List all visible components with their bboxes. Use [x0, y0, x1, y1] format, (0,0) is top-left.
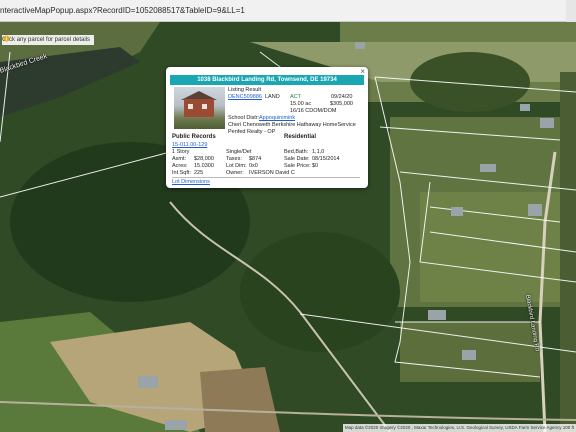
sale-price-value: $0: [312, 163, 319, 169]
story-text: 1 Story: [172, 149, 190, 155]
int-sqft-label: Int Sqft:: [172, 170, 191, 176]
taxes-value: $874: [249, 156, 262, 162]
int-sqft-value: 225: [194, 170, 204, 176]
parcel-id-link[interactable]: 15-011.00-129: [172, 142, 207, 149]
popup-address-header: 1038 Blackbird Landing Rd, Townsend, DE …: [170, 75, 364, 85]
lot-dimensions-link[interactable]: Lot Dimensions: [172, 179, 210, 186]
residential-title: Residential: [284, 134, 317, 140]
public-records-title: Public Records: [172, 134, 216, 140]
listing-price: $305,000: [330, 101, 353, 107]
info-icon: [3, 35, 10, 42]
listing-acres: 15.00 ac: [290, 101, 312, 107]
school-district-link[interactable]: Appoquinimink: [259, 115, 295, 122]
house-window: [202, 104, 207, 109]
listing-popup: × 1038 Blackbird Landing Rd, Townsend, D…: [166, 67, 368, 188]
popup-divider: [172, 177, 360, 178]
parcel-hint-text: Click any parcel for parcel details: [2, 37, 91, 43]
address-url[interactable]: nteractiveMapPopup.aspx?RecordID=1052088…: [0, 0, 576, 22]
listing-status-label: Listing Result: [228, 87, 262, 93]
property-photo[interactable]: [174, 87, 225, 129]
listing-dom: 16/16 CDOM/DOM: [290, 108, 337, 114]
sale-price-label: Sale Price:: [284, 163, 311, 169]
style-text: Single/Det: [226, 149, 252, 155]
listing-agent: Cheri Chenoweth Berkshire Hathaway HomeS…: [228, 122, 356, 128]
map-attribution: Map data ©2020 Imagery ©2020 , Maxar Tec…: [342, 424, 576, 432]
acres-value: 15.0300: [194, 163, 214, 169]
lot-dim-value: 0x0: [249, 163, 258, 169]
address-bar[interactable]: nteractiveMapPopup.aspx?RecordID=1052088…: [0, 0, 576, 22]
lot-dim-label: Lot Dim:: [226, 163, 247, 169]
school-district-label: School Distr:: [228, 115, 260, 121]
address-bar-edge: [566, 0, 576, 22]
listing-office: Penfed Realty - OP: [228, 129, 276, 135]
owner-label: Owner:: [226, 170, 244, 176]
listing-date: 09/24/20: [331, 94, 353, 100]
house-window: [188, 104, 193, 109]
listing-status: ACT: [290, 94, 301, 100]
acres-label: Acres:: [172, 163, 188, 169]
listing-type: LAND: [265, 94, 280, 100]
owner-value: IVERSON David C: [249, 170, 295, 176]
bed-bath-value: 1,1,0: [312, 149, 325, 155]
asmt-label: Asmt:: [172, 156, 187, 162]
parcel-hint: Click any parcel for parcel details: [2, 35, 95, 45]
asmt-value: $28,000: [194, 156, 214, 162]
bed-bath-label: Bed,Bath:: [284, 149, 309, 155]
sale-date-label: Sale Date:: [284, 156, 310, 162]
sale-date-value: 08/15/2014: [312, 156, 340, 162]
taxes-label: Taxes:: [226, 156, 242, 162]
listing-id-link[interactable]: DENC509886: [228, 94, 262, 101]
